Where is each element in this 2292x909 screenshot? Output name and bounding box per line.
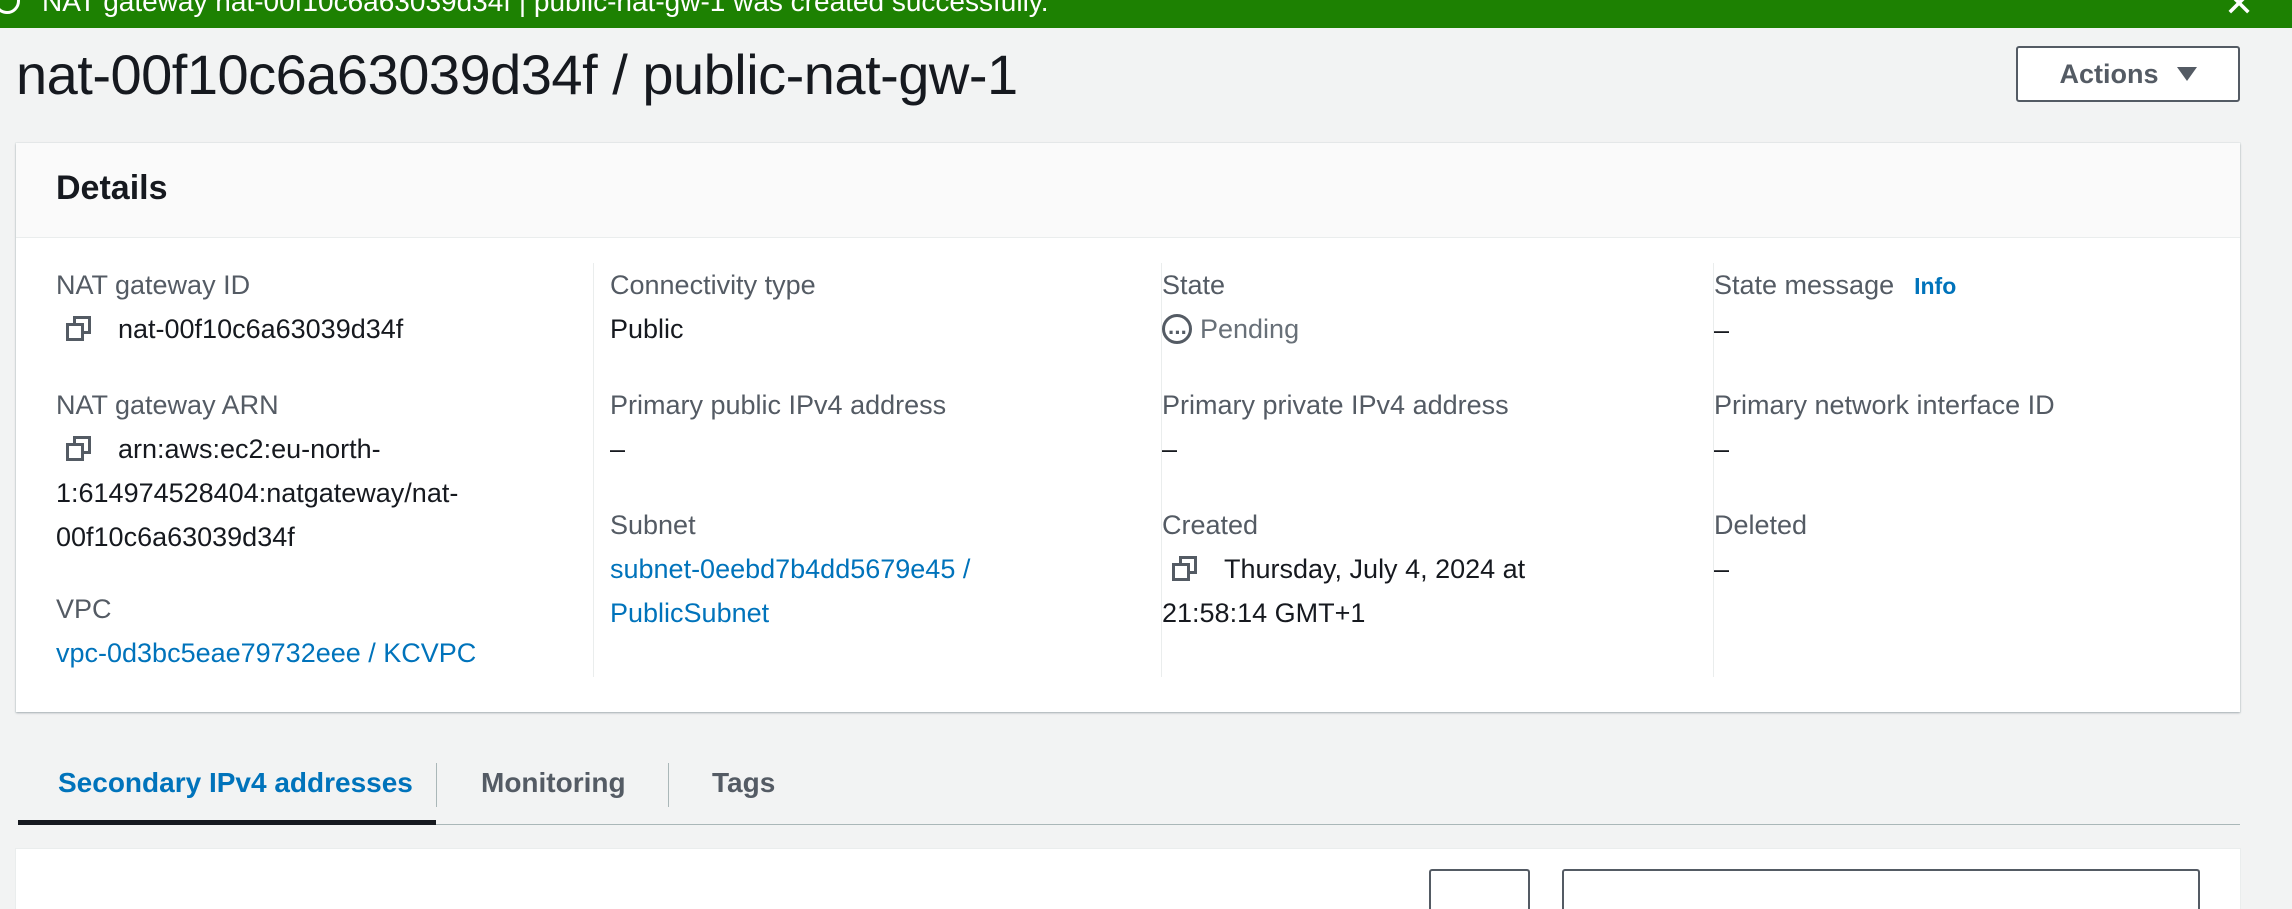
primary-public-ipv4-value: – — [610, 434, 626, 464]
nat-gateway-id-value-row: nat-00f10c6a63039d34f — [56, 307, 403, 351]
state-label: State — [1162, 270, 1226, 300]
field-state-message: State message Info – — [1714, 263, 1956, 352]
deleted-label: Deleted — [1714, 510, 1808, 540]
created-value-row: Thursday, July 4, 2024 at — [1162, 547, 1525, 591]
created-line2: 21:58:14 GMT+1 — [1162, 598, 1366, 628]
field-created: Created Thursday, July 4, 2024 at 21:58:… — [1162, 503, 1525, 635]
page-title: nat-00f10c6a63039d34f / public-nat-gw-1 — [16, 43, 1018, 106]
caret-down-icon — [2176, 67, 2197, 81]
field-subnet: Subnet subnet-0eebd7b4dd5679e45 / Public… — [610, 503, 970, 635]
deleted-value: – — [1714, 554, 1730, 584]
details-column-1: NAT gateway ID nat-00f10c6a63039d34f NAT… — [56, 263, 594, 677]
info-link[interactable]: Info — [1914, 273, 1956, 299]
nat-gateway-id-label: NAT gateway ID — [56, 270, 251, 300]
vpc-label: VPC — [56, 594, 112, 624]
details-column-4: State message Info – Primary network inte… — [1714, 263, 2266, 677]
state-message-label-row: State message Info — [1714, 263, 1956, 308]
tab-monitoring[interactable]: Monitoring — [481, 767, 626, 799]
copy-icon[interactable] — [1172, 556, 1198, 582]
panel-button[interactable] — [1429, 869, 1530, 909]
state-message-value: – — [1714, 315, 1730, 345]
tab-divider — [668, 763, 669, 807]
panel-search-input[interactable] — [1562, 869, 2200, 909]
success-check-icon — [0, 0, 20, 14]
details-column-2: Connectivity type Public Primary public … — [610, 263, 1162, 677]
field-primary-network-interface: Primary network interface ID – — [1714, 383, 2055, 471]
nat-gateway-arn-line2: 1:614974528404:natgateway/nat- — [56, 478, 459, 508]
nat-gateway-arn-line1: arn:aws:ec2:eu-north- — [118, 434, 381, 464]
nat-gateway-id-value: nat-00f10c6a63039d34f — [118, 314, 404, 344]
field-primary-private-ipv4: Primary private IPv4 address – — [1162, 383, 1509, 471]
flash-message: NAT gateway nat-00f10c6a63039d34f | publ… — [42, 0, 1049, 17]
pending-icon — [1162, 311, 1192, 355]
tab-divider — [436, 763, 437, 807]
details-header: Details — [16, 143, 2240, 238]
actions-label: Actions — [2059, 58, 2159, 89]
tab-tags[interactable]: Tags — [712, 767, 775, 799]
tab-bar: Secondary IPv4 addresses Monitoring Tags — [18, 755, 2240, 825]
vpc-link[interactable]: vpc-0d3bc5eae79732eee / KCVPC — [56, 631, 476, 675]
field-deleted: Deleted – — [1714, 503, 1807, 591]
primary-network-interface-value: – — [1714, 434, 1730, 464]
copy-icon[interactable] — [66, 316, 92, 342]
subnet-label: Subnet — [610, 510, 696, 540]
subnet-link-line2[interactable]: PublicSubnet — [610, 591, 970, 635]
primary-private-ipv4-label: Primary private IPv4 address — [1162, 390, 1509, 420]
details-column-3: State Pending Primary private IPv4 addre… — [1162, 263, 1714, 677]
field-connectivity-type: Connectivity type Public — [610, 263, 816, 351]
nat-gateway-arn-line3: 00f10c6a63039d34f — [56, 522, 295, 552]
field-state: State Pending — [1162, 263, 1300, 355]
details-heading: Details — [56, 169, 168, 207]
field-nat-gateway-id: NAT gateway ID nat-00f10c6a63039d34f — [56, 263, 403, 351]
nat-gateway-arn-value-row: arn:aws:ec2:eu-north- — [56, 427, 458, 471]
primary-network-interface-label: Primary network interface ID — [1714, 390, 2055, 420]
primary-private-ipv4-value: – — [1162, 434, 1178, 464]
created-label: Created — [1162, 510, 1259, 540]
connectivity-type-value: Public — [610, 314, 684, 344]
success-flashbar: NAT gateway nat-00f10c6a63039d34f | publ… — [0, 0, 2292, 28]
actions-button[interactable]: Actions — [2016, 46, 2240, 102]
tab-secondary-ipv4-addresses[interactable]: Secondary IPv4 addresses — [58, 767, 413, 799]
copy-icon[interactable] — [66, 436, 92, 462]
field-primary-public-ipv4: Primary public IPv4 address – — [610, 383, 946, 471]
subnet-link-line1[interactable]: subnet-0eebd7b4dd5679e45 / — [610, 547, 970, 591]
details-panel: Details NAT gateway ID nat-00f10c6a63039… — [16, 143, 2240, 712]
field-nat-gateway-arn: NAT gateway ARN arn:aws:ec2:eu-north- 1:… — [56, 383, 458, 559]
field-vpc: VPC vpc-0d3bc5eae79732eee / KCVPC — [56, 587, 476, 675]
nat-gateway-arn-label: NAT gateway ARN — [56, 390, 279, 420]
active-tab-indicator — [18, 820, 436, 825]
state-value: Pending — [1200, 314, 1300, 344]
state-value-row: Pending — [1162, 307, 1300, 355]
connectivity-type-label: Connectivity type — [610, 270, 816, 300]
primary-public-ipv4-label: Primary public IPv4 address — [610, 390, 947, 420]
created-line1: Thursday, July 4, 2024 at — [1224, 554, 1526, 584]
state-message-label: State message — [1714, 270, 1895, 300]
close-icon[interactable]: ✕ — [2224, 0, 2254, 22]
